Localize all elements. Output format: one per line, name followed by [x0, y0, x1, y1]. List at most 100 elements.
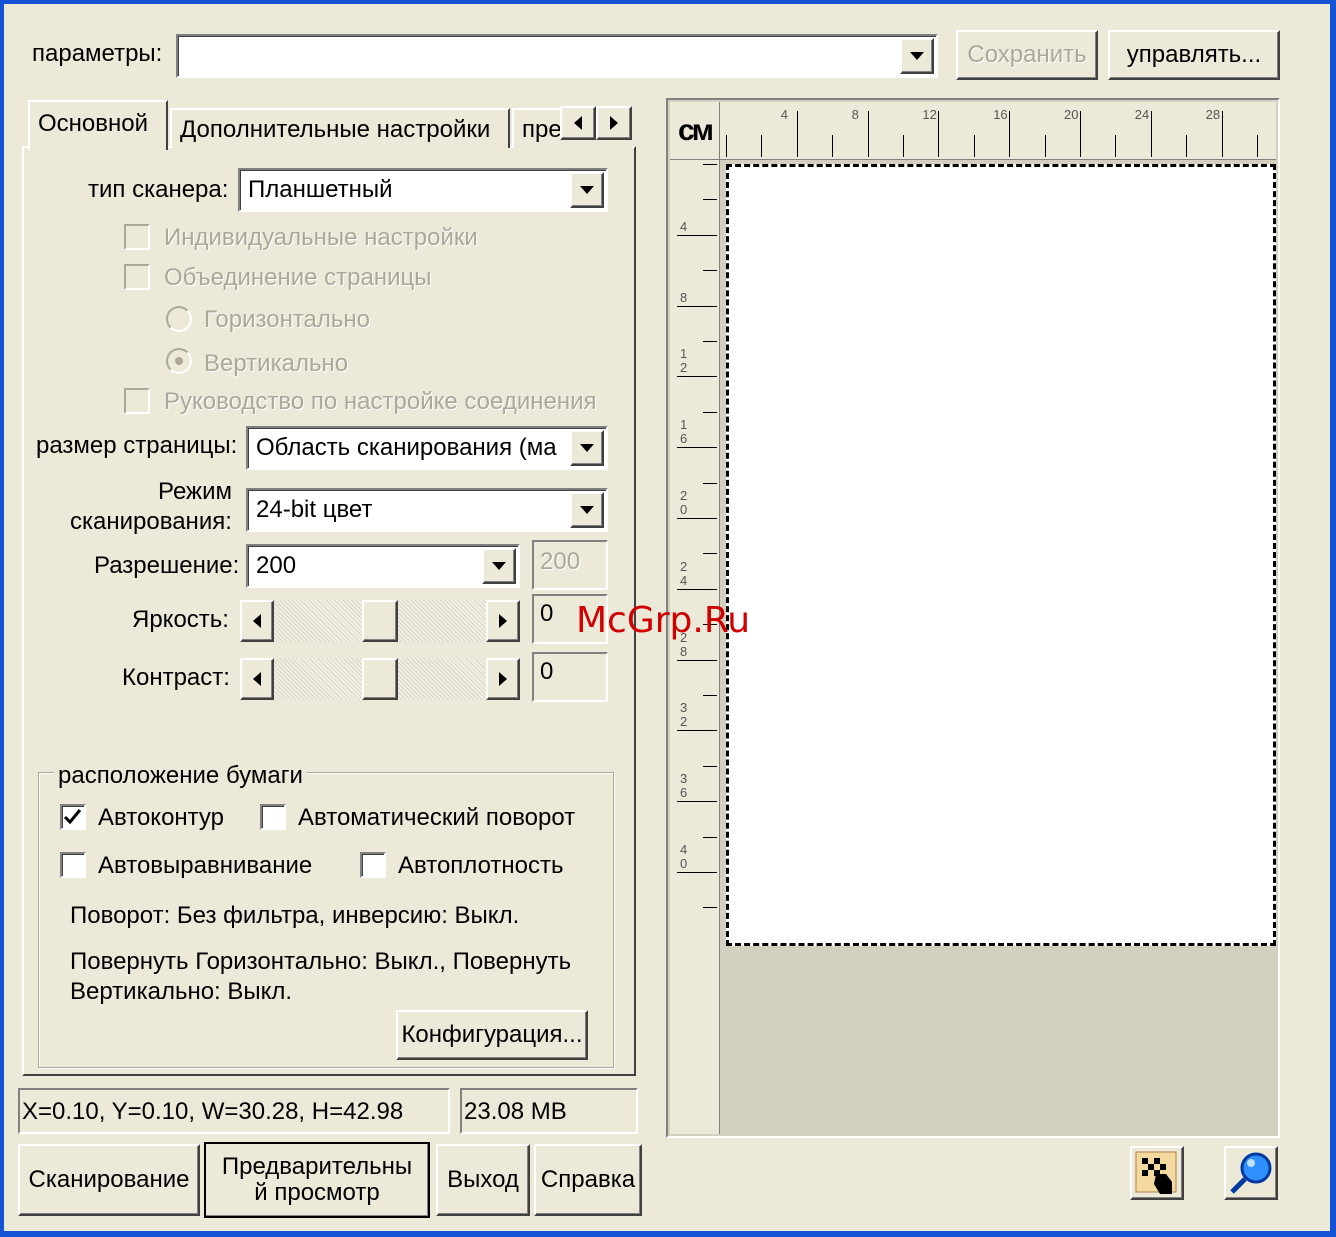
exit-button[interactable]: Выход: [436, 1144, 530, 1216]
configuration-button[interactable]: Конфигурация...: [396, 1010, 588, 1060]
radio-selected-dot: [175, 357, 183, 365]
contrast-thumb[interactable]: [362, 658, 398, 700]
individual-settings-checkbox[interactable]: [124, 224, 150, 250]
ruler-tick: [703, 411, 717, 413]
coords-status-field: X=0.10, Y=0.10, W=30.28, H=42.98: [18, 1088, 450, 1134]
arrow-left-icon: [253, 614, 261, 628]
flip-info-line2: Вертикально: Выкл.: [70, 978, 293, 1005]
autodensity-checkbox[interactable]: [360, 852, 386, 878]
ruler-tick: [677, 872, 717, 873]
scan-mode-dropdown-button[interactable]: [570, 492, 604, 528]
left-ruler-label: 20: [680, 488, 688, 517]
chevron-down-icon: [580, 506, 594, 514]
ruler-tick: [677, 518, 717, 519]
top-ruler-label: 8: [851, 107, 859, 122]
ruler-tick: [1115, 135, 1117, 157]
contrast-value: 0: [540, 658, 554, 685]
ruler-tick: [1080, 111, 1081, 157]
ruler-tick: [832, 135, 834, 157]
left-ruler-label: 12: [680, 346, 688, 376]
connection-guide-checkbox[interactable]: [124, 388, 150, 414]
ruler-tick: [726, 135, 727, 157]
page-merge-checkbox[interactable]: [124, 264, 150, 290]
page-size-combo[interactable]: Область сканирования (ма: [246, 426, 608, 470]
ruler-tick: [903, 135, 904, 157]
ruler-tick: [703, 199, 717, 201]
brightness-slider[interactable]: [240, 600, 520, 642]
ruler-tick: [1257, 135, 1258, 157]
left-ruler-label: 24: [680, 558, 688, 588]
scan-area-selection[interactable]: [726, 164, 1276, 946]
ruler-tick: [1150, 111, 1152, 157]
vertical-radio[interactable]: [166, 348, 192, 374]
hand-tool-button[interactable]: [1130, 1146, 1184, 1200]
tab-scroll-left-button[interactable]: [560, 106, 596, 140]
left-ruler-label: 36: [680, 771, 688, 801]
contrast-decrease-button[interactable]: [240, 658, 274, 700]
horizontal-radio[interactable]: [166, 306, 192, 332]
chevron-down-icon: [580, 444, 594, 452]
scanner-type-label: тип сканера:: [88, 176, 229, 203]
manage-button[interactable]: управлять...: [1108, 30, 1280, 80]
autodeskew-checkbox[interactable]: [60, 852, 86, 878]
ruler-tick: [938, 111, 940, 157]
arrow-right-icon: [610, 116, 618, 130]
scan-mode-combo[interactable]: 24-bit цвет: [246, 488, 608, 532]
horizontal-label: Горизонтально: [204, 306, 371, 333]
contrast-value-field[interactable]: 0: [532, 652, 608, 702]
autorotate-label: Автоматический поворот: [298, 804, 576, 831]
scan-button[interactable]: Сканирование: [18, 1144, 200, 1216]
ruler-tick: [703, 695, 717, 696]
params-combo[interactable]: [176, 34, 938, 78]
left-ruler: 481216202428323640: [670, 160, 720, 1134]
individual-settings-label: Индивидуальные настройки: [164, 224, 478, 251]
tab-scroll-right-button[interactable]: [596, 106, 632, 140]
ruler-tick: [703, 341, 717, 342]
autorotate-checkbox[interactable]: [260, 804, 286, 830]
autocrop-label: Автоконтур: [98, 804, 225, 831]
flip-info-line1: Повернуть Горизонтально: Выкл., Повернут…: [70, 948, 572, 975]
zoom-tool-button[interactable]: [1224, 1146, 1278, 1200]
unit-indicator[interactable]: см: [670, 102, 720, 160]
left-ruler-label: 4: [680, 218, 688, 234]
tab-basic[interactable]: Основной: [28, 100, 168, 150]
ruler-tick: [703, 907, 717, 909]
tab-basic-label: Основной: [38, 110, 149, 137]
contrast-increase-button[interactable]: [486, 658, 520, 700]
resolution-combo[interactable]: 200: [246, 544, 520, 588]
resolution-custom-value: 200: [540, 548, 581, 575]
ruler-tick: [1044, 135, 1046, 157]
scanner-type-combo[interactable]: Планшетный: [238, 168, 608, 212]
scanner-type-dropdown-button[interactable]: [570, 172, 604, 208]
help-button[interactable]: Справка: [534, 1144, 642, 1216]
size-status-field: 23.08 MB: [460, 1088, 638, 1134]
paper-layout-group-label: расположение бумаги: [54, 762, 307, 790]
params-dropdown-button[interactable]: [900, 38, 934, 74]
scanner-type-value: Планшетный: [248, 176, 393, 203]
ruler-tick: [703, 164, 717, 165]
preview-button-line1: Предварительны: [221, 1153, 413, 1180]
save-button[interactable]: Сохранить: [956, 30, 1098, 80]
params-label: параметры:: [32, 40, 163, 67]
resolution-dropdown-button[interactable]: [482, 548, 516, 584]
brightness-decrease-button[interactable]: [240, 600, 274, 642]
preview-canvas[interactable]: [720, 160, 1276, 948]
contrast-slider[interactable]: [240, 658, 520, 700]
brightness-label: Яркость:: [132, 606, 229, 633]
ruler-tick: [1186, 135, 1188, 157]
page-size-dropdown-button[interactable]: [570, 430, 604, 466]
ruler-tick: [761, 135, 763, 157]
tab-advanced[interactable]: Дополнительные настройки: [170, 108, 510, 148]
size-status: 23.08 MB: [464, 1098, 567, 1125]
brightness-thumb[interactable]: [362, 600, 398, 642]
preview-button[interactable]: Предварительны й просмотр: [204, 1142, 430, 1218]
left-ruler-label: 16: [680, 417, 688, 447]
resolution-custom-field[interactable]: 200: [532, 540, 608, 590]
autocrop-checkbox[interactable]: [60, 804, 86, 830]
brightness-increase-button[interactable]: [486, 600, 520, 642]
autodeskew-label: Автовыравнивание: [98, 852, 313, 879]
ruler-tick: [703, 765, 717, 767]
ruler-tick: [796, 111, 798, 157]
chevron-down-icon: [910, 52, 924, 60]
scan-mode-label-line1: Режим: [158, 478, 232, 505]
